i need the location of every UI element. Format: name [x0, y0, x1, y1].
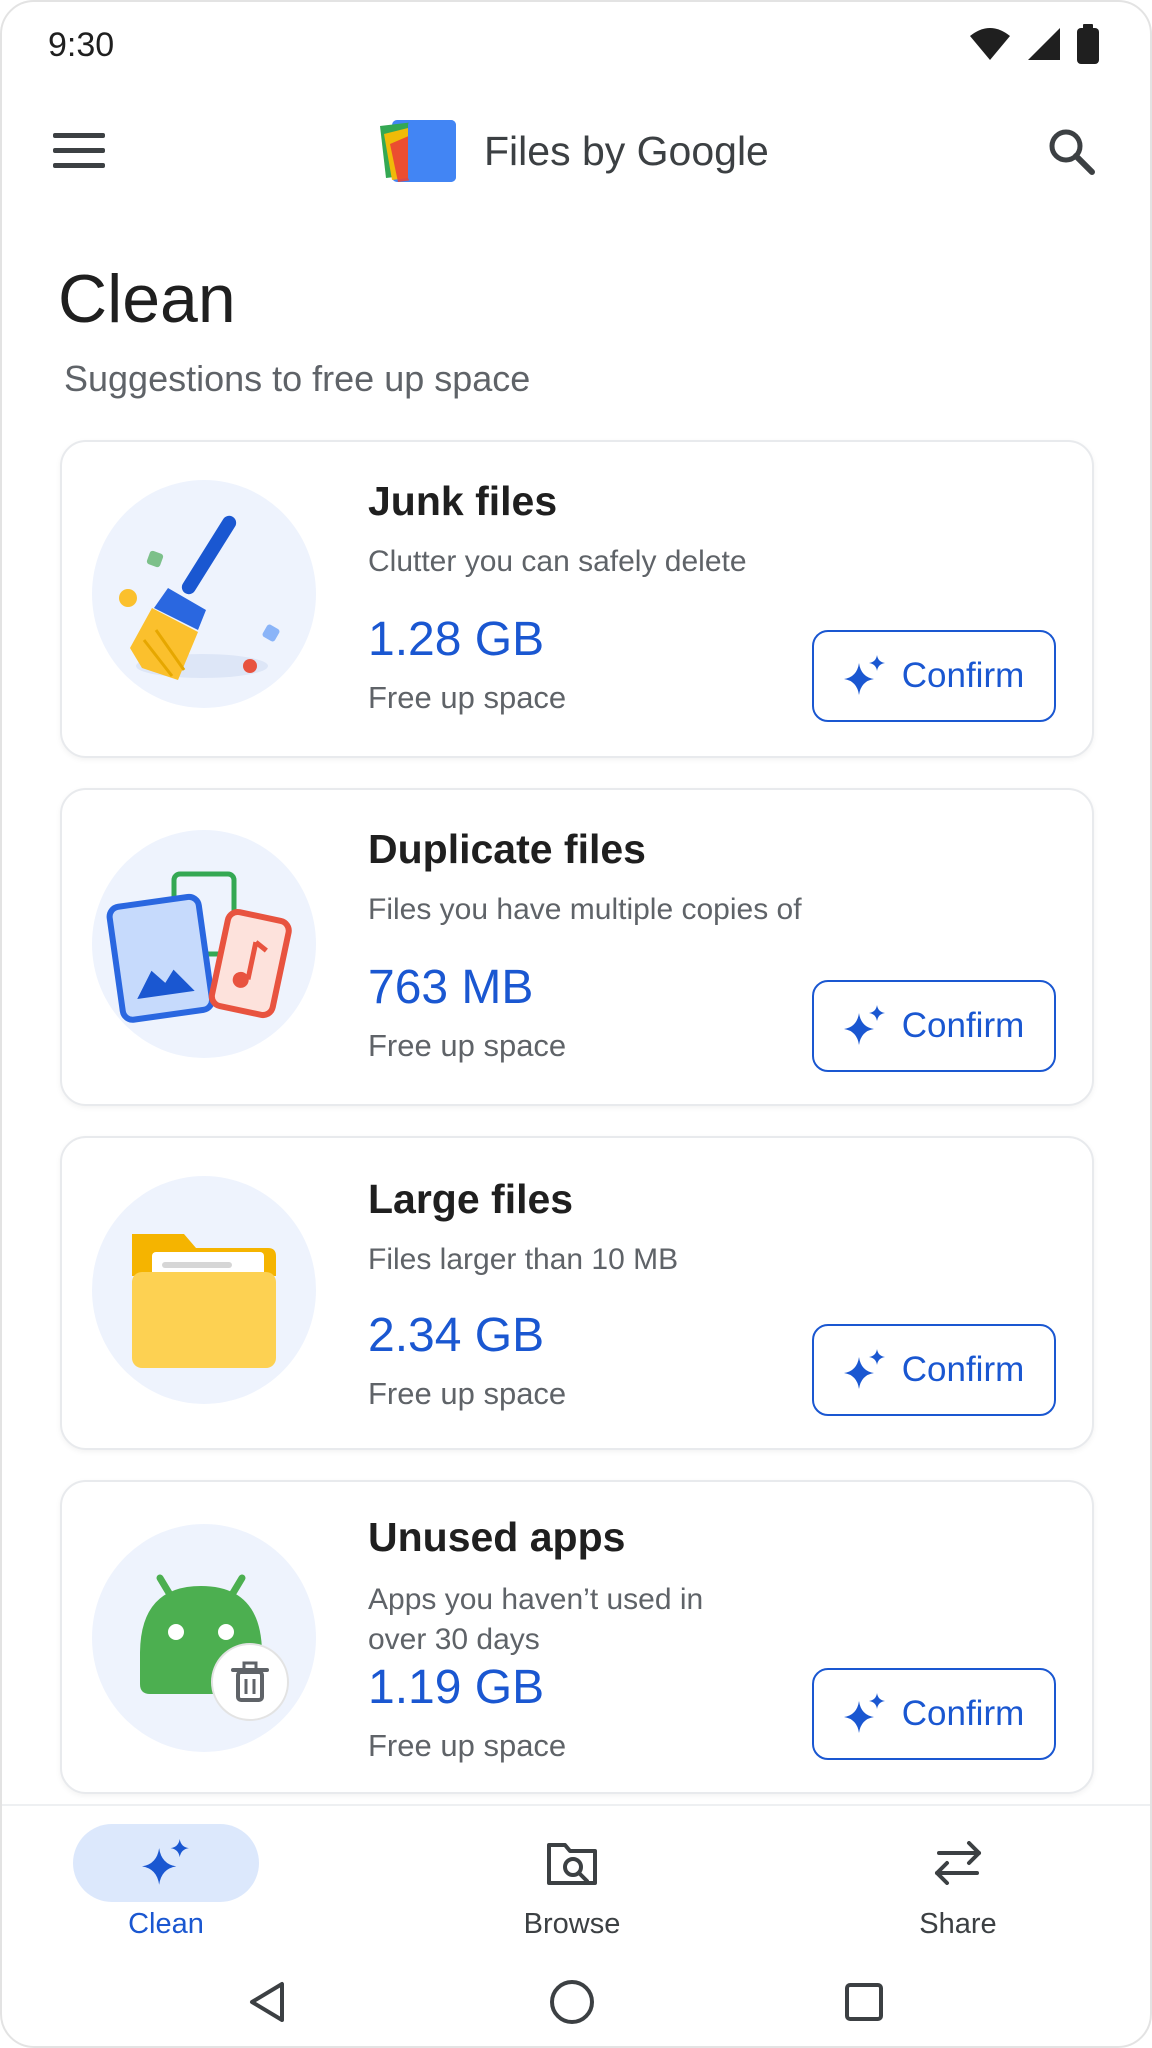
sparkle-icon: [843, 1693, 885, 1733]
card-size: 763 MB: [368, 961, 534, 1014]
card-title: Unused apps: [368, 1514, 626, 1560]
files-by-google-logo-icon: [380, 120, 456, 182]
folder-icon: [132, 1234, 276, 1368]
home-button[interactable]: [544, 1974, 600, 2030]
unused-apps-card[interactable]: Unused apps Apps you haven’t used in ove…: [60, 1480, 1094, 1794]
junk-files-illustration: [92, 480, 316, 708]
app-bar: Files by Google: [2, 102, 1150, 202]
recents-button[interactable]: [836, 1974, 892, 2030]
nav-icon-container: [865, 1824, 1051, 1902]
card-description: Apps you haven’t used in over 30 days: [368, 1583, 704, 1656]
card-title: Large files: [368, 1176, 574, 1222]
search-icon: [1049, 129, 1095, 175]
junk-files-card[interactable]: Junk files Clutter you can safely delete…: [60, 440, 1094, 758]
status-time: 9:30: [48, 26, 115, 64]
page-subtitle: Suggestions to free up space: [64, 358, 531, 399]
sparkle-icon: [142, 1839, 189, 1885]
back-triangle-icon: [250, 1982, 284, 2022]
home-circle-icon: [550, 1980, 594, 2024]
nav-icon-container: [479, 1824, 665, 1902]
nav-active-indicator: [73, 1824, 259, 1902]
card-description: Files you have multiple copies of: [368, 893, 802, 926]
app-title: Files by Google: [484, 128, 769, 174]
confirm-button[interactable]: Confirm: [812, 1668, 1056, 1760]
battery-icon: [1077, 24, 1099, 64]
card-subtitle: Free up space: [368, 1376, 567, 1411]
signal-icon: [1028, 28, 1060, 60]
browse-folder-icon: [547, 1843, 597, 1885]
status-icons: [968, 24, 1100, 64]
nav-label: Share: [919, 1908, 997, 1940]
card-description: Clutter you can safely delete: [368, 545, 747, 578]
confirm-button-label: Confirm: [901, 1350, 1025, 1389]
bottom-navigation: Clean Browse Share: [2, 1804, 1150, 1944]
card-subtitle: Free up space: [368, 680, 567, 715]
card-size: 1.28 GB: [368, 613, 545, 666]
status-bar: 9:30: [2, 2, 1150, 92]
nav-item-browse[interactable]: Browse: [472, 1824, 672, 1941]
confirm-button[interactable]: Confirm: [812, 1324, 1056, 1416]
card-description: Files larger than 10 MB: [368, 1243, 679, 1276]
large-files-illustration: [92, 1176, 316, 1404]
android-icon: [140, 1574, 289, 1721]
card-subtitle: Free up space: [368, 1728, 567, 1763]
card-subtitle: Free up space: [368, 1028, 567, 1063]
sparkle-icon: [843, 655, 885, 695]
confirm-button-label: Confirm: [901, 1006, 1025, 1045]
duplicate-files-card[interactable]: Duplicate files Files you have multiple …: [60, 788, 1094, 1106]
card-title: Junk files: [368, 478, 558, 524]
broom-icon: [119, 515, 280, 680]
confirm-button-label: Confirm: [901, 1694, 1025, 1733]
duplicate-files-illustration: [92, 830, 316, 1058]
sparkle-icon: [843, 1349, 885, 1389]
page-title: Clean: [58, 261, 236, 337]
card-size: 1.19 GB: [368, 1661, 545, 1714]
menu-button[interactable]: [46, 118, 112, 184]
phone-screen: 9:30 Files by Google Clean Suggestions t…: [0, 0, 1152, 2048]
hamburger-menu-icon: [53, 133, 105, 168]
nav-item-clean[interactable]: Clean: [66, 1824, 266, 1941]
system-navigation-bar: [2, 1952, 1150, 2046]
nav-item-share[interactable]: Share: [858, 1824, 1058, 1941]
confirm-button[interactable]: Confirm: [812, 980, 1056, 1072]
sparkle-icon: [843, 1005, 885, 1045]
unused-apps-illustration: [92, 1524, 316, 1752]
search-button[interactable]: [1038, 118, 1104, 184]
nav-label: Clean: [128, 1908, 204, 1940]
recents-square-icon: [845, 1983, 883, 2021]
confirm-button-label: Confirm: [901, 656, 1025, 695]
swap-arrows-icon: [935, 1841, 981, 1885]
duplicate-files-icon: [106, 871, 292, 1023]
confirm-button[interactable]: Confirm: [812, 630, 1056, 722]
large-files-card[interactable]: Large files Files larger than 10 MB 2.34…: [60, 1136, 1094, 1450]
nav-label: Browse: [523, 1908, 621, 1940]
back-button[interactable]: [240, 1974, 296, 2030]
card-size: 2.34 GB: [368, 1309, 545, 1362]
card-title: Duplicate files: [368, 826, 646, 872]
wifi-icon: [970, 28, 1010, 60]
